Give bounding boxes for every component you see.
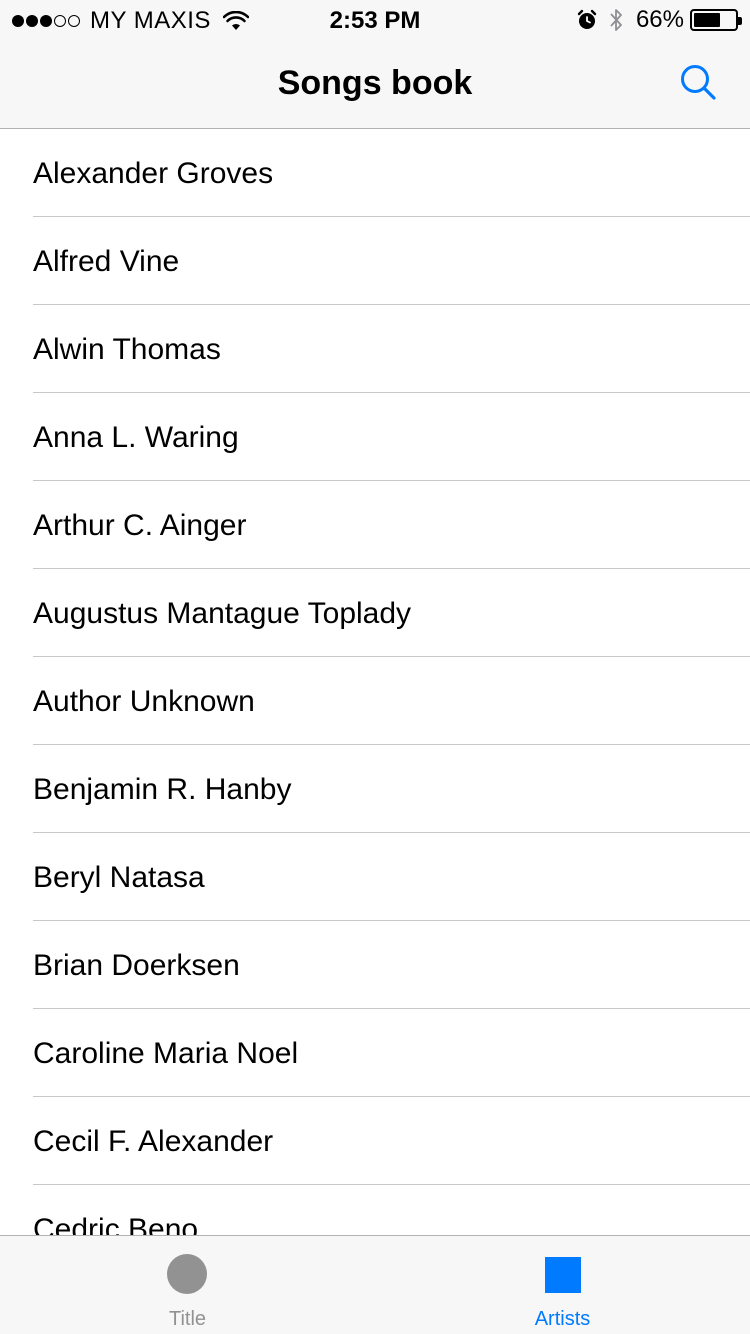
artist-list[interactable]: Alexander Groves Alfred Vine Alwin Thomas A… [0, 129, 750, 1235]
list-item[interactable]: Beryl Natasa [0, 833, 750, 921]
tab-title-label: Title [168, 1308, 207, 1330]
list-item-label: Author Unknown [33, 685, 255, 718]
square-icon [545, 1257, 581, 1293]
list-item-label: Augustus Mantague Toplady [33, 597, 412, 630]
list-item[interactable]: Caroline Maria Noel [0, 1009, 750, 1097]
list-item[interactable]: Cecil F. Alexander [0, 1097, 750, 1185]
list-item-label: Anna L. Waring [33, 421, 239, 454]
list-item[interactable]: Author Unknown [0, 657, 750, 745]
tab-artists-label: Artists [534, 1308, 591, 1330]
status-right: 66% [576, 6, 742, 34]
search-icon [681, 65, 716, 100]
screen: MY MAXIS 2:53 PM 66% Songs book Alexande… [0, 0, 750, 1334]
battery-level-fill [694, 13, 720, 27]
list-item[interactable]: Cedric Beno [0, 1185, 750, 1235]
tab-bar: Title Artists [0, 1235, 750, 1334]
list-item-label: Brian Doerksen [33, 949, 240, 982]
list-item[interactable]: Alfred Vine [0, 217, 750, 305]
list-item-label: Cecil F. Alexander [33, 1125, 274, 1158]
list-item-label: Caroline Maria Noel [33, 1037, 299, 1070]
list-item[interactable]: Anna L. Waring [0, 393, 750, 481]
list-item-label: Alexander Groves [33, 157, 274, 190]
list-item[interactable]: Arthur C. Ainger [0, 481, 750, 569]
circle-icon [167, 1254, 207, 1294]
tab-artists[interactable]: Artists [375, 1236, 750, 1334]
list-item-label: Arthur C. Ainger [33, 509, 247, 542]
list-item-label: Benjamin R. Hanby [33, 773, 292, 806]
battery-percent: 66% [635, 6, 684, 33]
list-item[interactable]: Alexander Groves [0, 129, 750, 217]
battery-icon [690, 9, 742, 31]
list-item-label: Alwin Thomas [33, 333, 221, 366]
alarm-icon [577, 9, 597, 29]
list-item[interactable]: Augustus Mantague Toplady [0, 569, 750, 657]
list-item[interactable]: Alwin Thomas [0, 305, 750, 393]
status-bar: MY MAXIS 2:53 PM 66% [0, 0, 750, 40]
list-item[interactable]: Brian Doerksen [0, 921, 750, 1009]
navigation-bar: Songs book [0, 40, 750, 129]
bluetooth-icon [610, 9, 622, 31]
list-item-label: Cedric Beno [33, 1213, 199, 1235]
list-item-label: Alfred Vine [33, 245, 180, 278]
list-item[interactable]: Benjamin R. Hanby [0, 745, 750, 833]
list-item-label: Beryl Natasa [33, 861, 205, 894]
page-title: Songs book [277, 64, 473, 102]
tab-title[interactable]: Title [0, 1236, 375, 1334]
search-button[interactable] [678, 62, 722, 106]
